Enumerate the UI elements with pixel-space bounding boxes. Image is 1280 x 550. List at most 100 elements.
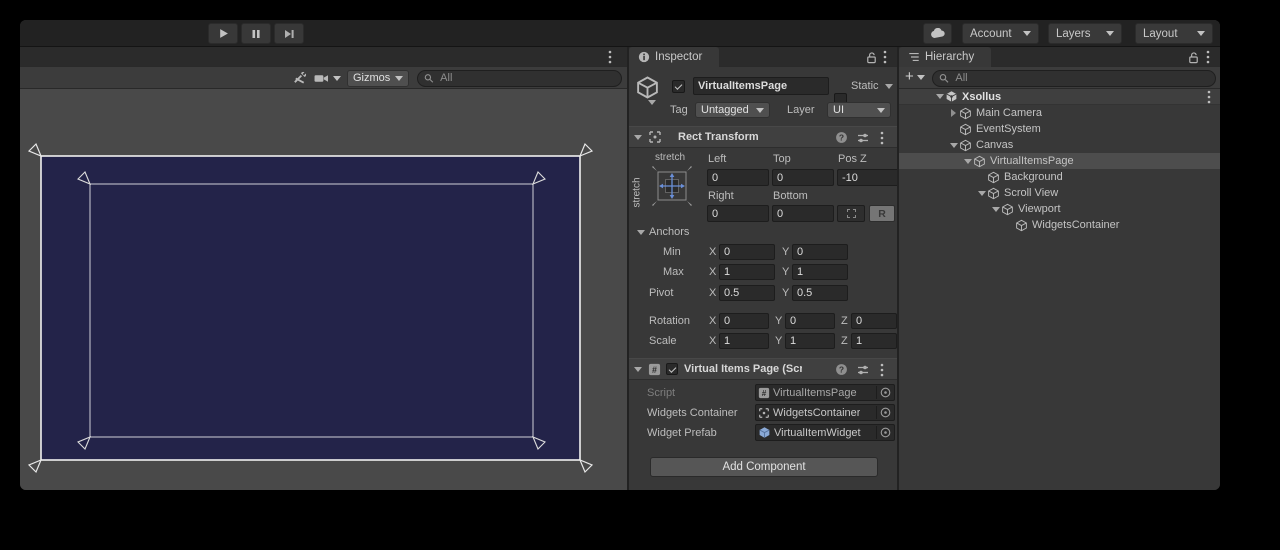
blueprint-mode-button[interactable] [837, 205, 865, 222]
chevron-down-icon [395, 76, 403, 81]
layers-label: Layers [1056, 28, 1091, 40]
object-picker-icon[interactable] [876, 406, 892, 419]
tools-icon[interactable] [292, 70, 307, 85]
gizmos-dropdown[interactable]: Gizmos [347, 70, 409, 87]
rect-pos-z-field[interactable] [837, 169, 899, 186]
scene-search-field[interactable] [417, 70, 622, 87]
component-menu-icon[interactable] [880, 131, 884, 145]
account-dropdown[interactable]: Account [962, 23, 1039, 44]
layer-label: Layer [787, 104, 815, 116]
pivot-x-field[interactable] [719, 285, 775, 301]
anchor-handle-bottom-right[interactable] [580, 460, 592, 472]
script-component-header[interactable]: Virtual Items Page (Script) [629, 358, 897, 380]
layout-dropdown[interactable]: Layout [1135, 23, 1213, 44]
foldout-collapsed-icon[interactable] [951, 109, 956, 117]
y-axis-label: Y [775, 315, 782, 327]
raw-edit-mode-button[interactable]: R [869, 205, 895, 222]
anchor-min-x-field[interactable] [719, 244, 775, 260]
scene-search-input[interactable] [438, 71, 615, 85]
hierarchy-item-background[interactable]: Background [899, 169, 1220, 185]
create-object-button[interactable]: + [905, 69, 925, 85]
rotation-x-field[interactable] [719, 313, 769, 329]
scene-row-xsollus[interactable]: Xsollus [899, 89, 1220, 105]
active-checkbox[interactable] [672, 80, 685, 93]
anchors-foldout-icon[interactable] [637, 230, 645, 235]
hierarchy-item-virtualitemspage[interactable]: VirtualItemsPage [899, 153, 1220, 169]
scale-x-field[interactable] [719, 333, 769, 349]
hierarchy-item-canvas[interactable]: Canvas [899, 137, 1220, 153]
scene-camera-dropdown[interactable] [314, 72, 341, 85]
scale-z-field[interactable] [851, 333, 897, 349]
layer-dropdown[interactable]: UI [827, 102, 891, 118]
rect-top-field[interactable] [772, 169, 834, 186]
inspector-menu-icon[interactable] [883, 50, 887, 64]
scale-y-field[interactable] [785, 333, 835, 349]
object-picker-icon[interactable] [876, 386, 892, 399]
cloud-services-button[interactable] [923, 23, 952, 44]
lock-icon[interactable] [865, 51, 878, 64]
unity-scene-icon [945, 90, 958, 103]
rotation-y-field[interactable] [785, 313, 835, 329]
anchor-max-x-field[interactable] [719, 264, 775, 280]
anchor-handle-top-right[interactable] [580, 144, 592, 156]
hierarchy-menu-icon[interactable] [1206, 50, 1210, 64]
object-picker-icon[interactable] [876, 426, 892, 439]
add-component-button[interactable]: Add Component [650, 457, 878, 477]
rect-left-field[interactable] [707, 169, 769, 186]
foldout-expanded-icon[interactable] [978, 191, 986, 196]
hierarchy-search-field[interactable] [932, 70, 1216, 87]
hierarchy-search-input[interactable] [953, 71, 1209, 85]
presets-icon[interactable] [856, 131, 870, 145]
script-object-field[interactable]: VirtualItemsPage [755, 384, 895, 401]
anchor-max-y-field[interactable] [792, 264, 848, 280]
foldout-expanded-icon[interactable] [992, 207, 1000, 212]
step-button[interactable] [274, 23, 304, 44]
scene-pane-menu-icon[interactable] [608, 50, 612, 64]
anchor-preset-widget[interactable] [651, 165, 693, 207]
anchor-handle-bottom-left[interactable] [29, 460, 41, 472]
play-button[interactable] [208, 23, 238, 44]
foldout-expanded-icon[interactable] [634, 135, 642, 140]
tag-dropdown[interactable]: Untagged [695, 102, 770, 118]
script-icon [648, 363, 661, 376]
gameobject-icon-caret[interactable] [648, 100, 656, 105]
foldout-expanded-icon[interactable] [936, 94, 944, 99]
camera-icon [314, 72, 329, 85]
layers-dropdown[interactable]: Layers [1048, 23, 1122, 44]
rect-transform-title: Rect Transform [678, 131, 759, 143]
pivot-y-field[interactable] [792, 285, 848, 301]
gameobject-name-field[interactable] [693, 77, 829, 95]
rotation-z-field[interactable] [851, 313, 897, 329]
rect-right-field[interactable] [707, 205, 769, 222]
anchor-min-y-field[interactable] [792, 244, 848, 260]
hierarchy-item-eventsystem[interactable]: EventSystem [899, 121, 1220, 137]
hierarchy-item-scroll-view[interactable]: Scroll View [899, 185, 1220, 201]
rect-transform-header[interactable]: Rect Transform [629, 126, 897, 148]
widgets-container-object-field[interactable]: WidgetsContainer [755, 404, 895, 421]
tab-hierarchy[interactable]: Hierarchy [899, 47, 991, 67]
foldout-expanded-icon[interactable] [950, 143, 958, 148]
presets-icon[interactable] [856, 363, 870, 377]
widget-prefab-object-field[interactable]: VirtualItemWidget [755, 424, 895, 441]
help-icon[interactable] [835, 363, 848, 376]
anchor-handle-top-left[interactable] [29, 144, 41, 156]
foldout-expanded-icon[interactable] [964, 159, 972, 164]
lock-icon[interactable] [1187, 51, 1200, 64]
pivot-label: Pivot [649, 287, 673, 299]
hierarchy-item-widgetscontainer[interactable]: WidgetsContainer [899, 217, 1220, 233]
component-menu-icon[interactable] [880, 363, 884, 377]
hierarchy-item-viewport[interactable]: Viewport [899, 201, 1220, 217]
scene-canvas[interactable] [20, 89, 627, 490]
foldout-expanded-icon[interactable] [634, 367, 642, 372]
static-dropdown-caret[interactable] [885, 84, 893, 89]
rect-bottom-field[interactable] [772, 205, 834, 222]
script-value: VirtualItemsPage [773, 387, 857, 399]
hierarchy-tabstrip: Hierarchy [899, 47, 1220, 67]
help-icon[interactable] [835, 131, 848, 144]
tab-inspector[interactable]: Inspector [629, 47, 719, 67]
component-enabled-checkbox[interactable] [666, 363, 678, 375]
scene-tabstrip [20, 47, 627, 67]
scene-row-menu-icon[interactable] [1207, 90, 1211, 104]
pause-button[interactable] [241, 23, 271, 44]
hierarchy-item-main-camera[interactable]: Main Camera [899, 105, 1220, 121]
